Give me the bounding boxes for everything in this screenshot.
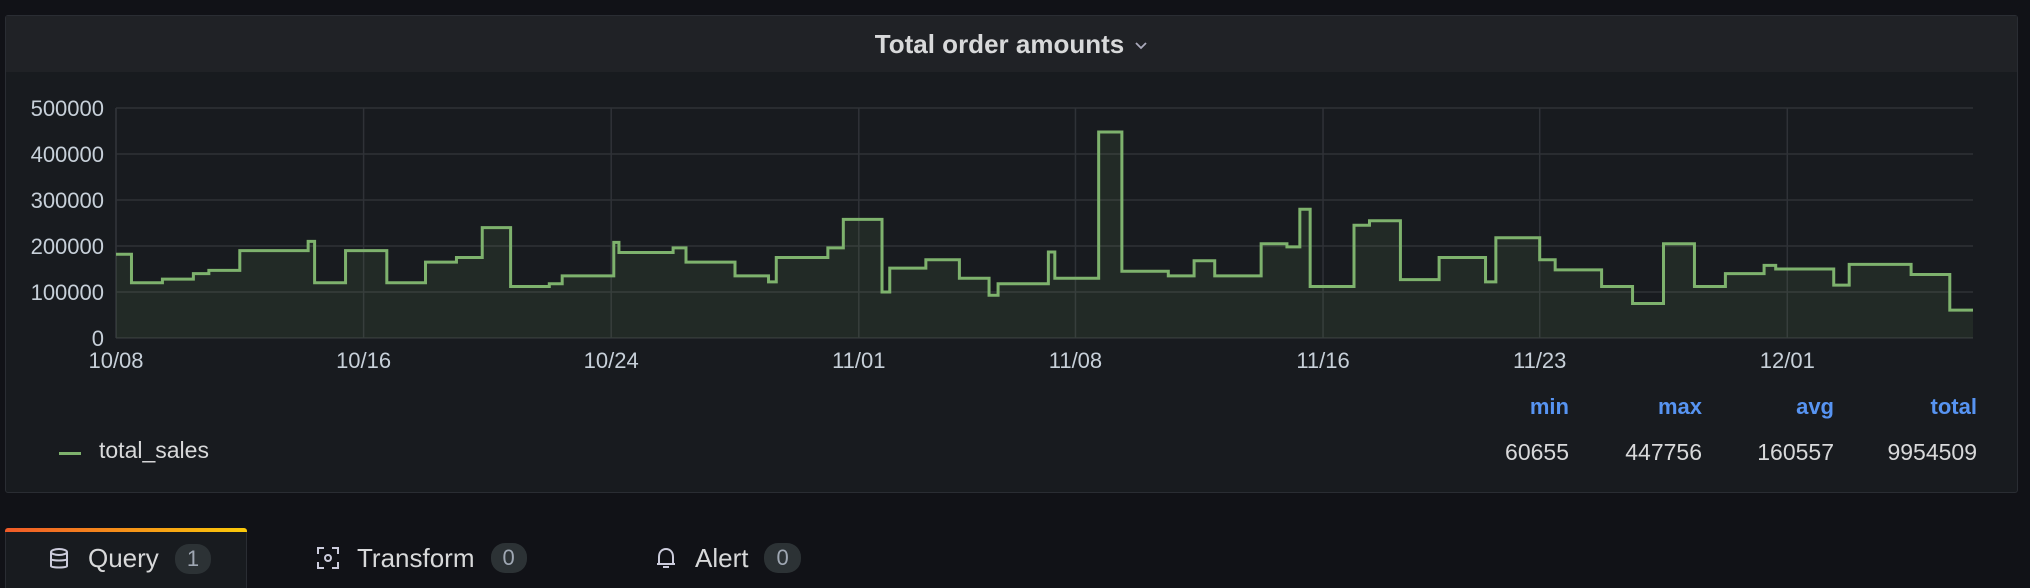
panel: Total order amounts 50000040000030000020…: [5, 15, 2018, 493]
tab-query-label: Query: [88, 543, 159, 574]
legend-header-total[interactable]: total: [1837, 394, 1977, 420]
x-tick-label: 10/16: [336, 348, 391, 373]
legend-header-max[interactable]: max: [1562, 394, 1702, 420]
transform-icon: [315, 545, 341, 571]
legend-header-avg[interactable]: avg: [1694, 394, 1834, 420]
tab-transform-label: Transform: [357, 543, 475, 574]
tab-alert-label: Alert: [695, 543, 748, 574]
tab-alert[interactable]: Alert 0: [613, 528, 801, 588]
tab-query[interactable]: Query 1: [5, 528, 247, 588]
y-tick-label: 400000: [31, 142, 104, 167]
bell-icon: [653, 545, 679, 571]
legend-value-max: 447756: [1562, 439, 1702, 466]
database-icon: [46, 546, 72, 572]
legend-series-swatch: [59, 452, 81, 455]
time-series-chart[interactable]: 500000400000300000200000100000010/0810/1…: [6, 16, 2017, 386]
y-tick-label: 200000: [31, 234, 104, 259]
y-tick-label: 100000: [31, 280, 104, 305]
legend-value-total: 9954509: [1837, 439, 1977, 466]
legend-series-name[interactable]: total_sales: [99, 437, 209, 464]
series-line-total-sales: [116, 132, 1973, 310]
tab-alert-count: 0: [764, 543, 800, 573]
editor-tabs: Query 1 Transform 0 Alert 0: [0, 528, 2030, 584]
tab-query-count: 1: [175, 544, 211, 574]
series-area-fill: [116, 132, 1973, 338]
legend-header-min[interactable]: min: [1429, 394, 1569, 420]
x-tick-label: 11/23: [1513, 348, 1566, 373]
tab-transform-count: 0: [491, 543, 527, 573]
x-tick-label: 10/24: [584, 348, 639, 373]
x-tick-label: 10/08: [88, 348, 143, 373]
x-tick-label: 11/01: [832, 348, 885, 373]
legend-value-avg: 160557: [1694, 439, 1834, 466]
x-tick-label: 11/16: [1296, 348, 1349, 373]
y-tick-label: 500000: [31, 96, 104, 121]
x-tick-label: 11/08: [1049, 348, 1102, 373]
y-tick-label: 300000: [31, 188, 104, 213]
legend-value-min: 60655: [1429, 439, 1569, 466]
x-tick-label: 12/01: [1760, 348, 1815, 373]
tab-transform[interactable]: Transform 0: [275, 528, 527, 588]
